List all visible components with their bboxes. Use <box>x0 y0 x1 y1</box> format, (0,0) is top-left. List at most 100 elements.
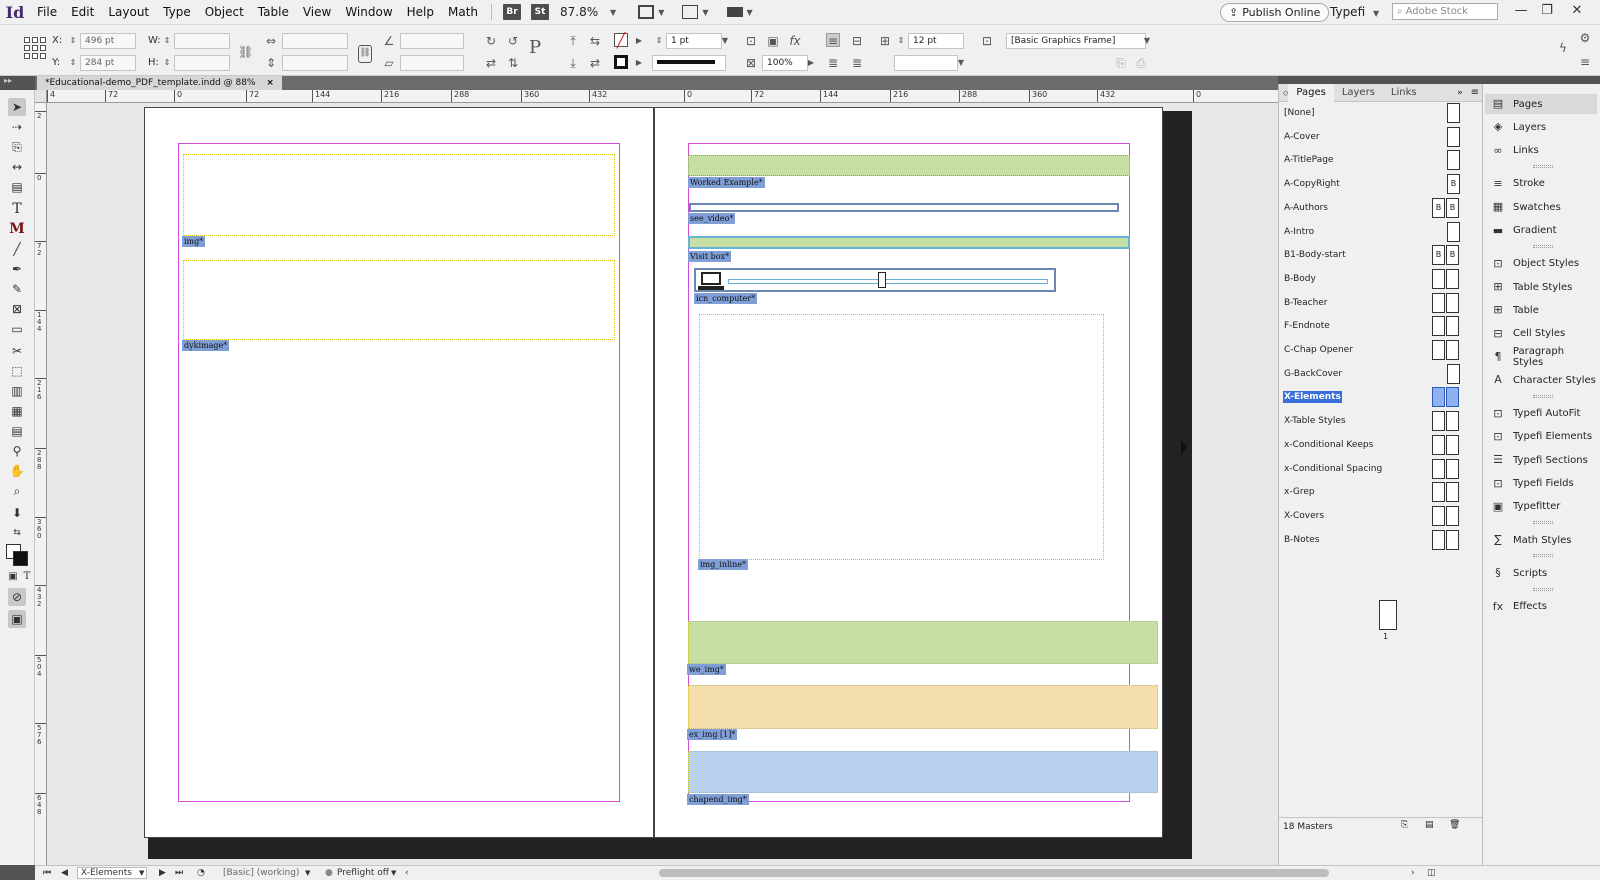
dock-item-scripts[interactable]: § Scripts <box>1485 563 1597 583</box>
dock-group-grip[interactable] <box>1533 394 1553 398</box>
master-item[interactable]: A-Cover <box>1281 126 1477 147</box>
ex-img-frame[interactable] <box>688 685 1158 729</box>
dock-item-typefitter[interactable]: ▣ Typefitter <box>1485 497 1597 517</box>
master-thumbnail[interactable]: B <box>1446 174 1460 195</box>
opacity-icon[interactable]: ⊠ <box>744 56 758 70</box>
icn-computer-frame[interactable] <box>694 268 1056 292</box>
dock-item-effects[interactable]: fx Effects <box>1485 597 1597 617</box>
edit-page-size-icon[interactable]: ⎘ <box>1401 820 1408 830</box>
corner-dropdown-icon[interactable]: ▼ <box>954 56 968 70</box>
settings-gear-icon[interactable]: ⚙ <box>1578 31 1592 45</box>
dock-item-layers[interactable]: ◈ Layers <box>1485 117 1597 137</box>
stock-button[interactable]: St <box>531 4 550 20</box>
menu-view[interactable]: View <box>296 0 338 24</box>
panel-expand-icon[interactable]: » <box>1457 88 1463 98</box>
img-frame[interactable] <box>183 154 615 236</box>
master-thumbnail[interactable] <box>1431 505 1459 526</box>
we-img-frame[interactable] <box>688 621 1158 664</box>
restore-icon[interactable]: ❐ <box>1534 0 1560 22</box>
master-thumbnail[interactable] <box>1446 126 1460 147</box>
scale-x-icon[interactable]: ⇔ <box>264 34 278 48</box>
fit-frame-icon[interactable]: ⊡ <box>744 34 758 48</box>
dock-item-typefi-fields[interactable]: ⊡ Typefi Fields <box>1485 474 1597 494</box>
view-options-dropdown-icon[interactable]: ▼ <box>702 8 708 17</box>
select-previous-icon[interactable]: ⇆ <box>588 34 602 48</box>
note-tool-icon[interactable]: ▤ <box>8 422 26 440</box>
align-top-icon[interactable]: ≣ <box>826 56 840 70</box>
object-style-dropdown-icon[interactable]: ▼ <box>1140 34 1154 48</box>
text-wrap-bbox-icon[interactable]: ⊟ <box>850 34 864 48</box>
master-thumbnail[interactable]: BB <box>1431 197 1459 218</box>
x-stepper-icon[interactable]: ⇕ <box>66 34 80 48</box>
formatting-text-icon[interactable]: T <box>18 568 36 586</box>
stroke-type-field[interactable] <box>652 55 726 71</box>
arrange-documents-icon[interactable] <box>726 7 743 17</box>
master-item[interactable]: X-Table Styles <box>1281 411 1477 432</box>
dock-group-grip[interactable] <box>1533 521 1553 525</box>
math-tool-icon[interactable]: M <box>8 220 26 238</box>
screen-mode-icon[interactable] <box>638 5 655 19</box>
bridge-button[interactable]: Br <box>503 4 522 20</box>
gradient-feather-tool-icon[interactable]: ▦ <box>8 402 26 420</box>
object-style-icon[interactable]: ⊡ <box>980 34 994 48</box>
preflight-status[interactable]: Preflight off <box>337 867 389 879</box>
dock-item-table-styles[interactable]: ⊞ Table Styles <box>1485 277 1597 297</box>
fill-dropdown-icon[interactable]: ▶ <box>632 34 646 48</box>
flip-vertical-icon[interactable]: ⇅ <box>506 56 520 70</box>
constrain-scale-icon[interactable]: ⛓ <box>358 45 372 63</box>
page-dropdown-icon[interactable]: ▼ <box>139 867 144 879</box>
shear-angle-icon[interactable]: ▱ <box>382 56 396 70</box>
stroke-color-icon[interactable] <box>614 55 628 69</box>
clear-overrides-icon[interactable]: ⎘ <box>1114 56 1128 70</box>
first-page-icon[interactable]: ⏮ <box>43 867 51 879</box>
horizontal-scrollbar[interactable] <box>659 869 1329 877</box>
master-item[interactable]: x-Conditional Spacing <box>1281 458 1477 479</box>
direct-selection-tool-icon[interactable]: ⇢ <box>8 118 26 136</box>
h-field[interactable] <box>174 55 230 71</box>
dock-item-typefi-elements[interactable]: ⊡ Typefi Elements <box>1485 427 1597 447</box>
align-bottom-icon[interactable]: ≣ <box>850 56 864 70</box>
dock-item-paragraph-styles[interactable]: ¶ Paragraph Styles <box>1485 346 1597 368</box>
document-canvas[interactable]: img* dykimage* Worked Example* see_video… <box>47 103 1278 865</box>
gap-field[interactable]: 12 pt <box>908 33 964 49</box>
fill-stroke-swatch[interactable] <box>6 544 28 566</box>
opacity-field[interactable]: 100% <box>762 55 808 71</box>
scale-x-field[interactable] <box>282 33 348 49</box>
chapend-img-frame[interactable] <box>688 751 1158 793</box>
scale-y-icon[interactable]: ⇕ <box>264 56 278 70</box>
menu-file[interactable]: File <box>30 0 64 24</box>
dock-item-object-styles[interactable]: ⊡ Object Styles <box>1485 254 1597 274</box>
master-item[interactable]: F-Endnote <box>1281 316 1477 337</box>
stroke-weight-field[interactable]: 1 pt <box>666 33 722 49</box>
fill-none-icon[interactable]: ╱ <box>614 33 628 48</box>
menu-help[interactable]: Help <box>400 0 441 24</box>
delete-page-icon[interactable]: 🗑 <box>1449 820 1460 830</box>
adobe-stock-search[interactable]: ⌕ Adobe Stock <box>1392 3 1498 20</box>
dock-item-character-styles[interactable]: A Character Styles <box>1485 370 1597 390</box>
master-item[interactable]: A-CopyRight B <box>1281 174 1477 195</box>
zoom-tool-icon[interactable]: ⌕ <box>8 482 26 500</box>
rotate-ccw-icon[interactable]: ↺ <box>506 34 520 48</box>
previous-page-icon[interactable]: ◀ <box>61 867 68 879</box>
scroll-left-icon[interactable]: ‹ <box>405 867 409 879</box>
pencil-tool-icon[interactable]: ✎ <box>8 280 26 298</box>
master-thumbnail[interactable] <box>1431 340 1459 360</box>
master-thumbnail[interactable] <box>1431 411 1459 432</box>
next-page-icon[interactable]: ▶ <box>159 867 166 879</box>
content-collector-icon[interactable]: ▤ <box>8 178 26 196</box>
document-tab[interactable]: *Educational-demo_PDF_template.indd @ 88… <box>37 76 282 90</box>
swap-fill-stroke-icon[interactable]: ⇆ <box>8 524 26 542</box>
w-stepper-icon[interactable]: ⇕ <box>160 34 174 48</box>
scale-y-field[interactable] <box>282 55 348 71</box>
select-next-icon[interactable]: ⇄ <box>588 56 602 70</box>
master-thumbnail[interactable] <box>1431 529 1459 550</box>
page-1-thumbnail[interactable] <box>1379 600 1397 630</box>
page-number-field[interactable]: X-Elements <box>77 867 147 879</box>
typefi-tool-icon[interactable]: ⬇ <box>8 504 26 522</box>
dock-item-stroke[interactable]: ≡ Stroke <box>1485 174 1597 194</box>
master-thumbnail[interactable] <box>1431 316 1459 337</box>
typefi-menu[interactable]: Typefi ▼ <box>1330 0 1383 26</box>
pages-panel-menu-icon[interactable]: ≡ <box>1471 87 1479 98</box>
master-thumbnail[interactable] <box>1446 221 1460 242</box>
dock-group-grip[interactable] <box>1533 164 1553 168</box>
